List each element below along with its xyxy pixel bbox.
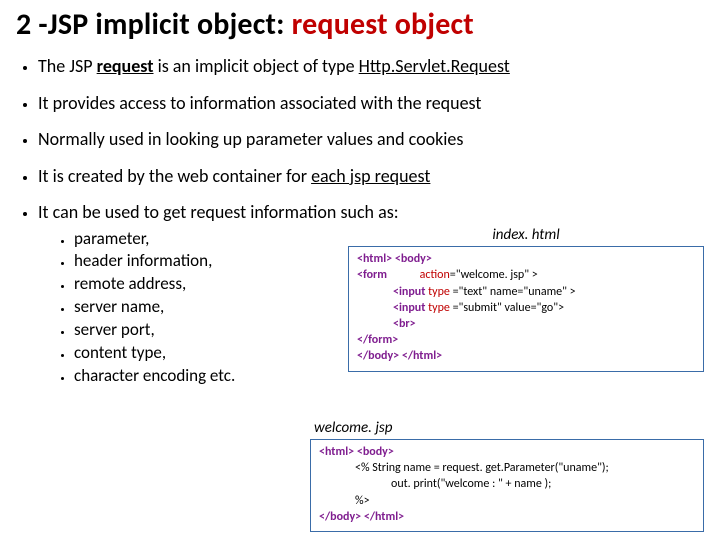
code-tag: <form: [357, 268, 387, 282]
bullet-3: Normally used in looking up parameter va…: [38, 128, 704, 151]
text: The JSP: [38, 55, 97, 77]
sub-list-col: parameter, header information, remote ad…: [38, 224, 338, 389]
code-col: index. html <html> <body> <form action="…: [348, 224, 704, 372]
sub-item: header information,: [74, 250, 338, 273]
title-accent: request object: [292, 6, 474, 43]
bullet-2: It provides access to information associ…: [38, 92, 704, 115]
text-underline: each jsp request: [311, 165, 430, 187]
code-line: <% String name = request. get.Parameter(…: [319, 460, 695, 476]
code-line: <html> <body>: [319, 445, 394, 459]
code-line: %>: [319, 493, 695, 509]
code-line: </form>: [357, 333, 398, 347]
sub-item: character encoding etc.: [74, 365, 338, 388]
welcome-file-label: welcome. jsp: [314, 419, 704, 437]
welcome-code-box: <html> <body> <% String name = request. …: [310, 439, 704, 532]
code-attr: action: [420, 268, 450, 282]
text-emph: request: [97, 55, 154, 77]
index-file-label: index. html: [348, 226, 704, 245]
bullet-list: The JSP request is an implicit object of…: [16, 55, 704, 388]
sub-list: parameter, header information, remote ad…: [38, 228, 338, 389]
code-text: ="welcome. jsp" >: [450, 268, 538, 282]
text-underline: Http.Servlet.Request: [359, 55, 510, 77]
code-line: <html> <body>: [357, 252, 432, 266]
two-column: parameter, header information, remote ad…: [38, 224, 704, 389]
welcome-block: welcome. jsp <html> <body> <% String nam…: [310, 419, 704, 532]
code-line: <input type ="submit" value="go">: [357, 300, 695, 316]
bullet-1: The JSP request is an implicit object of…: [38, 55, 704, 78]
sub-item: remote address,: [74, 273, 338, 296]
sub-item: parameter,: [74, 228, 338, 251]
bullet-4: It is created by the web container for e…: [38, 165, 704, 188]
text: It is created by the web container for: [38, 165, 311, 187]
code-line: out. print("welcome : " + name );: [319, 476, 695, 492]
sub-item: server name,: [74, 296, 338, 319]
title-prefix: 2 -JSP implicit object:: [16, 6, 292, 43]
text: It can be used to get request informatio…: [38, 201, 399, 223]
index-code-box: <html> <body> <form action="welcome. jsp…: [348, 246, 704, 371]
slide: 2 -JSP implicit object: request object T…: [0, 0, 720, 540]
code-line: </body> </html>: [357, 349, 442, 363]
code-line: </body> </html>: [319, 510, 404, 524]
sub-item: server port,: [74, 319, 338, 342]
bullet-5: It can be used to get request informatio…: [38, 201, 704, 388]
code-line: <br>: [357, 316, 695, 332]
code-line: <input type ="text" name="uname" >: [357, 284, 695, 300]
text: is an implicit object of type: [154, 55, 359, 77]
slide-title: 2 -JSP implicit object: request object: [16, 6, 704, 43]
sub-item: content type,: [74, 342, 338, 365]
